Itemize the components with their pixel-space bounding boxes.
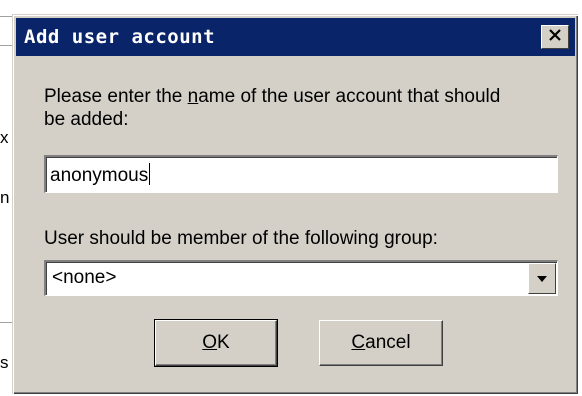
user-name-input[interactable]: anonymous	[44, 155, 558, 193]
chevron-down-icon	[536, 270, 548, 288]
cancel-mnemonic: C	[351, 332, 366, 353]
cancel-button[interactable]: Cancel	[319, 320, 443, 366]
close-button[interactable]	[541, 25, 569, 49]
name-prompt-text: Please enter the	[44, 86, 188, 107]
group-select[interactable]: <none>	[44, 260, 558, 296]
background-text-fragment: s	[0, 353, 9, 372]
background-text-fragment: x	[0, 128, 9, 147]
ok-button[interactable]: OK	[154, 319, 278, 367]
group-dropdown-button[interactable]	[528, 263, 556, 294]
name-prompt-label: Please enter the name of the user accoun…	[44, 85, 500, 131]
title-bar[interactable]: Add user account	[16, 18, 575, 56]
cancel-label: ancel	[365, 332, 411, 353]
text-caret	[149, 163, 151, 185]
group-prompt-mnemonic: g	[384, 228, 395, 249]
group-select-value: <none>	[52, 267, 117, 288]
background-text-fragment: n	[0, 188, 10, 207]
add-user-dialog: Add user account Please enter the name o…	[12, 14, 578, 394]
name-prompt-mnemonic: n	[187, 86, 199, 107]
ok-mnemonic: O	[202, 332, 218, 353]
user-name-value: anonymous	[50, 165, 149, 186]
group-prompt-label: User should be member of the following g…	[44, 227, 438, 250]
ok-label: K	[217, 332, 230, 353]
name-prompt-text: be added:	[44, 109, 129, 130]
name-prompt-text: ame of the user account that should	[198, 86, 501, 107]
group-prompt-text: roup:	[394, 228, 438, 249]
group-prompt-text: User should be member of the following	[44, 228, 385, 249]
close-icon	[548, 28, 562, 46]
dialog-title: Add user account	[24, 26, 216, 48]
